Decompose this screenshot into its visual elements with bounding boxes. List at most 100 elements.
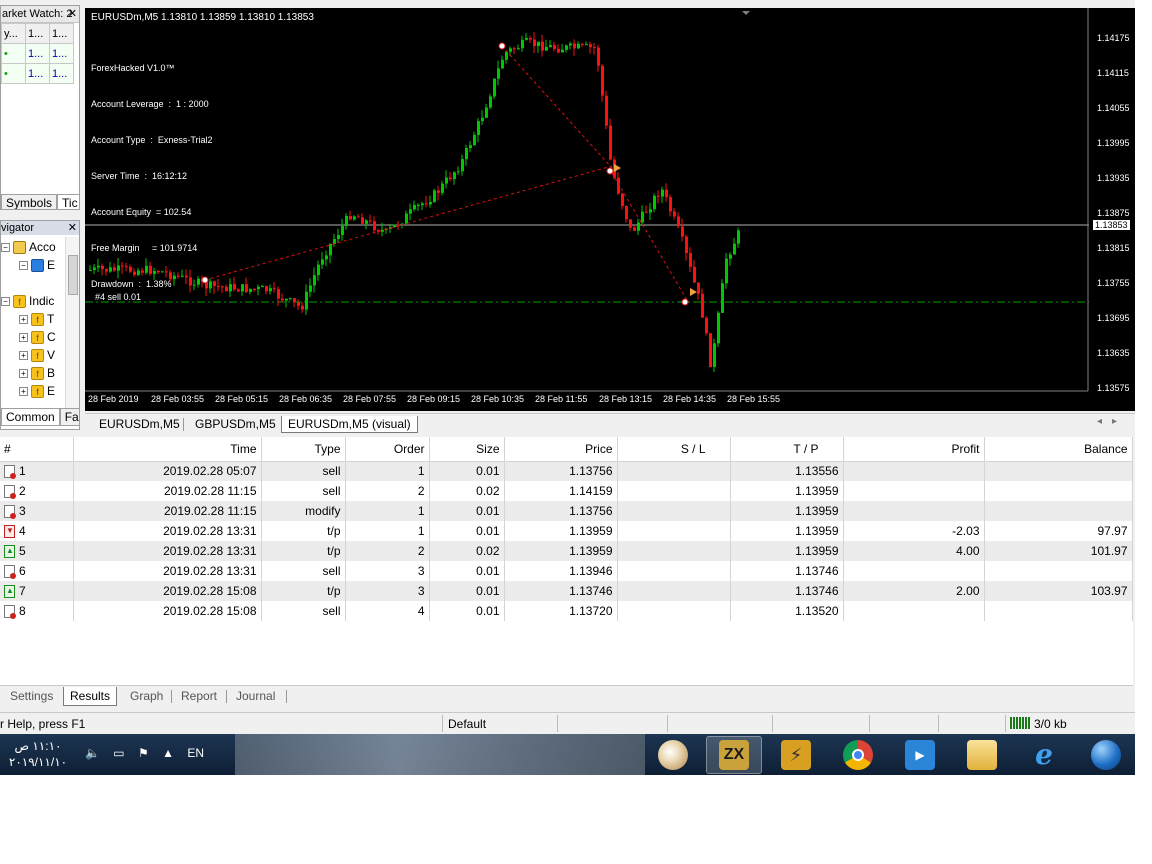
tab-common[interactable]: Common <box>1 408 60 426</box>
account-icon <box>31 258 44 272</box>
candle-body <box>497 68 500 79</box>
time-tick-label: 28 Feb 15:55 <box>727 394 781 404</box>
candle-body <box>733 243 736 255</box>
taskbar-exness[interactable]: ZX <box>706 736 762 774</box>
tab-chart-eurusdm[interactable]: EURUSDm,M5 <box>93 416 186 433</box>
cell-price: 1.13959 <box>504 521 618 541</box>
results-row[interactable]: 2 2019.02.28 11:15 sell 2 0.02 1.14159 1.13959 <box>0 481 1133 501</box>
tab-graph[interactable]: Graph <box>124 687 169 706</box>
column-header-tp[interactable]: T / P <box>730 437 844 462</box>
column-header-type[interactable]: Type <box>261 437 346 462</box>
start-button[interactable] <box>1078 736 1134 774</box>
market-watch-header-cell[interactable]: 1... <box>49 23 74 44</box>
expand-icon[interactable]: + <box>19 350 28 360</box>
column-header-balance[interactable]: Balance <box>984 437 1133 462</box>
market-watch-row[interactable]: • 1... 1... <box>1 43 74 64</box>
tab-favorites[interactable]: Fa <box>59 408 79 426</box>
results-row[interactable]: 72019.02.28 15:08t/p30.011.137461.137462… <box>0 581 1133 601</box>
expand-icon[interactable]: + <box>19 386 28 396</box>
time-tick-label: 28 Feb 11:55 <box>535 394 588 404</box>
taskbar-paint[interactable] <box>645 736 701 774</box>
column-header-sl[interactable]: S / L <box>617 437 731 462</box>
chrome-center <box>852 749 864 761</box>
collapse-icon[interactable]: − <box>1 242 10 252</box>
results-row[interactable]: 52019.02.28 13:31t/p20.021.139591.139594… <box>0 541 1133 561</box>
taskbar-internet-explorer[interactable]: e <box>1016 736 1072 774</box>
tab-chart-eurusdm-visual[interactable]: EURUSDm,M5 (visual) <box>281 416 418 433</box>
chart-title: EURUSDm,M5 1.13810 1.13859 1.13810 1.138… <box>91 12 314 23</box>
connection-bars-icon <box>1010 717 1031 732</box>
tab-settings[interactable]: Settings <box>4 687 59 706</box>
scrollbar-thumb[interactable] <box>68 255 78 295</box>
taskbar-winamp[interactable]: ⚡ <box>768 736 824 774</box>
tab-journal[interactable]: Journal <box>230 687 281 706</box>
results-row[interactable]: 8 2019.02.28 15:08 sell 4 0.01 1.13720 1.13520 <box>0 601 1133 621</box>
collapse-icon[interactable]: − <box>1 296 10 306</box>
taskbar-explorer[interactable] <box>954 736 1010 774</box>
candle-body <box>393 224 396 228</box>
candle-body <box>525 38 528 40</box>
results-row[interactable]: 42019.02.28 13:31t/p10.011.139591.13959-… <box>0 521 1133 541</box>
tree-item-indicator[interactable]: + f T <box>19 311 54 327</box>
tree-item-indicator[interactable]: + f V <box>19 347 55 363</box>
tree-item-indicators[interactable]: − f Indic <box>1 293 54 309</box>
market-watch-header-cell[interactable]: y... <box>1 23 26 44</box>
tree-item-account[interactable]: − E <box>19 257 55 273</box>
cell-number: 4 <box>0 521 74 541</box>
navigator-scrollbar[interactable] <box>65 237 79 409</box>
column-header-size[interactable]: Size <box>429 437 505 462</box>
tree-item-indicator[interactable]: + f C <box>19 329 56 345</box>
navigator-tree: − Acco − E − f Indic + f T + f C + f V +… <box>1 237 67 407</box>
candle-body <box>689 252 692 267</box>
taskbar-chrome[interactable] <box>830 736 886 774</box>
cell-time: 2019.02.28 05:07 <box>73 461 262 481</box>
candle-body <box>517 48 520 50</box>
column-header-order[interactable]: Order <box>345 437 430 462</box>
price-chart[interactable]: EURUSDm,M5 1.13810 1.13859 1.13810 1.138… <box>85 8 1135 411</box>
time-tick-label: 28 Feb 09:15 <box>407 394 461 404</box>
volume-icon[interactable]: 🔈 <box>85 746 100 760</box>
network-icon[interactable]: ▭ <box>113 746 124 760</box>
tab-chart-gbpusdm[interactable]: GBPUSDm,M5 <box>189 416 282 433</box>
candle-body <box>225 286 228 292</box>
column-header-number[interactable]: # <box>0 437 74 462</box>
tree-item-label: T <box>47 312 55 326</box>
results-row[interactable]: 1 2019.02.28 05:07 sell 1 0.01 1.13756 1.13556 <box>0 461 1133 481</box>
navigator-tabs: Common Fa <box>1 408 79 426</box>
tree-item-accounts[interactable]: − Acco <box>1 239 56 255</box>
connection-status[interactable]: 3/0 kb <box>1010 717 1067 732</box>
candlestick-plot[interactable] <box>85 8 1135 411</box>
action-center-icon[interactable]: ⚑ <box>138 746 149 760</box>
language-indicator[interactable]: EN <box>187 746 204 760</box>
tab-symbols[interactable]: Symbols <box>1 194 58 209</box>
row-number: 6 <box>19 563 26 578</box>
indicator-icon: f <box>31 330 44 344</box>
market-watch-row[interactable]: • 1... 1... <box>1 63 74 84</box>
candle-body <box>505 51 508 60</box>
close-icon[interactable]: ✕ <box>68 221 77 235</box>
results-row[interactable]: 6 2019.02.28 13:31 sell 3 0.01 1.13946 1.13746 <box>0 561 1133 581</box>
taskbar-media-player[interactable]: ▶ <box>892 736 948 774</box>
system-clock[interactable]: ١١:١٠ ص ٢٠١٩/١١/١٠ <box>6 738 70 770</box>
tab-results[interactable]: Results <box>63 687 118 706</box>
column-header-profit[interactable]: Profit <box>843 437 985 462</box>
indicator-icon: f <box>31 312 44 326</box>
column-header-time[interactable]: Time <box>73 437 262 462</box>
close-icon[interactable]: ✕ <box>68 6 77 22</box>
tab-scroll-arrows[interactable]: ◂▸ <box>1097 416 1127 427</box>
collapse-icon[interactable]: − <box>19 260 28 270</box>
expand-icon[interactable]: + <box>19 332 28 342</box>
expand-icon[interactable]: + <box>19 368 28 378</box>
market-watch-header-cell[interactable]: 1... <box>25 23 50 44</box>
cell-price: 1.13756 <box>504 501 618 521</box>
tree-item-indicator[interactable]: + f E <box>19 383 55 399</box>
column-header-price[interactable]: Price <box>504 437 618 462</box>
tab-tick-chart[interactable]: Tic <box>57 194 79 209</box>
results-row[interactable]: 3 2019.02.28 11:15 modify 1 0.01 1.13756 1.139… <box>0 501 1133 521</box>
expand-icon[interactable]: + <box>19 314 28 324</box>
show-hidden-icons[interactable]: ▲ <box>162 746 174 760</box>
cell-type: sell <box>261 481 346 501</box>
tree-item-indicator[interactable]: + f B <box>19 365 55 381</box>
candle-body <box>437 190 440 193</box>
tab-report[interactable]: Report <box>175 687 223 706</box>
